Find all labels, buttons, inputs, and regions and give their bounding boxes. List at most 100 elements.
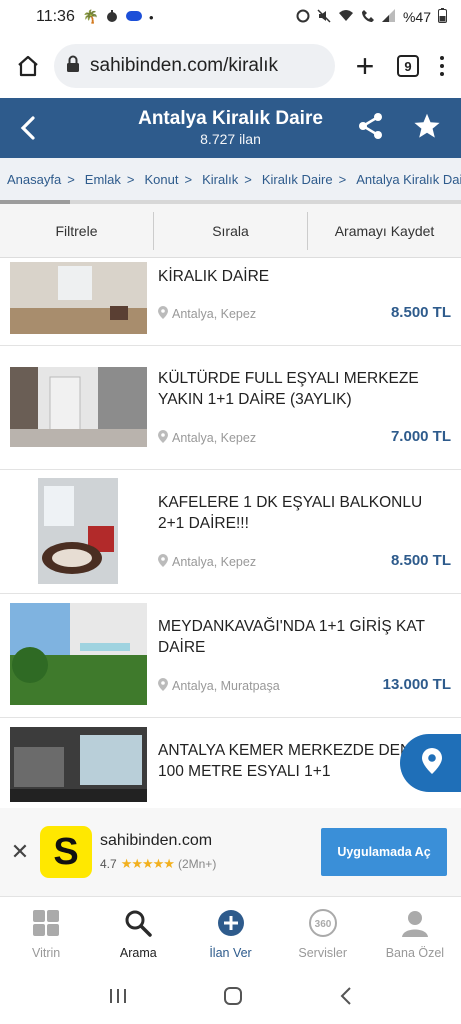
breadcrumb-item-anasayfa[interactable]: Anasayfa	[7, 172, 61, 187]
app-header: Antalya Kiralık Daire 8.727 ilan	[0, 98, 461, 158]
location-pin-icon	[158, 678, 168, 694]
app-logo: S	[40, 826, 92, 878]
listing-price: 13.000 TL	[382, 676, 451, 693]
listing-photo	[38, 478, 118, 584]
location-pin-icon	[422, 747, 442, 779]
favorite-star-icon[interactable]	[413, 112, 441, 145]
search-icon	[124, 909, 153, 940]
save-search-button[interactable]: Aramayı Kaydet	[308, 212, 461, 250]
location-pin-icon	[158, 306, 168, 322]
location-pin-icon	[158, 430, 168, 446]
recent-apps-icon[interactable]	[108, 987, 128, 1010]
location-text: Antalya, Kepez	[172, 431, 257, 445]
app-name: sahibinden.com	[100, 832, 213, 849]
dot-icon: •	[149, 9, 154, 25]
nav-label: Servisler	[298, 946, 348, 960]
browser-toolbar: sahibinden.com/kiralık + 9	[0, 34, 461, 98]
status-bar: 11:36 🌴 • %47	[0, 0, 461, 34]
lock-icon	[66, 55, 80, 78]
status-time: 11:36	[36, 8, 75, 25]
sort-button[interactable]: Sırala	[154, 211, 308, 250]
listing-item[interactable]: KAFELERE 1 DK EŞYALI BALKONLU 2+1 DAİRE!…	[0, 470, 461, 594]
more-menu-icon[interactable]	[433, 56, 451, 76]
listing-location: Antalya, Kepez	[158, 430, 256, 446]
system-navigation	[0, 972, 461, 1024]
back-icon[interactable]	[339, 986, 353, 1011]
chevron-right-icon: >	[184, 171, 193, 187]
listing-item[interactable]: MEYDANKAVAĞI'NDA 1+1 GİRİŞ KAT DAİRE Ant…	[0, 594, 461, 718]
app-rating: 4.7 ★★★★★ (2Mn+)	[100, 856, 216, 872]
nav-item-arama[interactable]: Arama	[92, 897, 184, 972]
listing-title: KAFELERE 1 DK EŞYALI BALKONLU 2+1 DAİRE!…	[158, 494, 423, 532]
map-view-button[interactable]	[400, 734, 461, 792]
breadcrumb-item-kiralik[interactable]: Kiralık	[202, 172, 238, 187]
back-arrow-icon[interactable]	[0, 115, 56, 141]
nav-item-bana-ozel[interactable]: Bana Özel	[369, 897, 461, 972]
listing-photo	[10, 603, 147, 705]
listing-location: Antalya, Muratpaşa	[158, 678, 280, 694]
listing-item[interactable]: KİRALIK DAİRE Antalya, Kepez 8.500 TL	[0, 262, 461, 346]
signal-icon	[381, 9, 396, 25]
home-button-icon[interactable]	[223, 986, 243, 1011]
call-icon	[361, 9, 375, 26]
listing-location: Antalya, Kepez	[158, 306, 256, 322]
new-tab-icon[interactable]: +	[347, 50, 383, 82]
breadcrumb-item-emlak[interactable]: Emlak	[85, 172, 121, 187]
bottom-navigation: Vitrin Arama İlan Ver 360 Servisler Bana…	[0, 896, 461, 972]
listing-title: KÜLTÜRDE FULL EŞYALI MERKEZE YAKIN 1+1 D…	[158, 370, 419, 408]
breadcrumb-item-konut[interactable]: Konut	[145, 172, 179, 187]
system-icons: %47	[296, 8, 447, 26]
open-in-app-button[interactable]: Uygulamada Aç	[321, 828, 447, 876]
review-count: (2Mn+)	[177, 857, 217, 871]
nav-item-vitrin[interactable]: Vitrin	[0, 897, 92, 972]
breadcrumb-item-antalya-kiralik-daire[interactable]: Antalya Kiralık Daire	[356, 172, 461, 187]
listing-price: 7.000 TL	[390, 428, 451, 445]
share-icon[interactable]	[357, 112, 385, 145]
battery-icon	[438, 8, 447, 26]
chevron-right-icon: >	[244, 171, 252, 187]
nav-item-servisler[interactable]: 360 Servisler	[277, 897, 369, 972]
chevron-right-icon: >	[338, 171, 347, 187]
url-text: sahibinden.com/kiralık	[90, 55, 278, 76]
alarm-icon	[296, 9, 310, 26]
listing-item[interactable]: ANTALYA KEMER MERKEZDE DENİZE 100 METRE …	[0, 718, 461, 802]
location-text: Antalya, Kepez	[172, 307, 257, 321]
mute-icon	[317, 8, 331, 26]
location-text: Antalya, Kepez	[172, 555, 257, 569]
listing-title: MEYDANKAVAĞI'NDA 1+1 GİRİŞ KAT DAİRE	[158, 618, 425, 656]
listing-location: Antalya, Kepez	[158, 554, 256, 570]
breadcrumb-item-kiralik-daire[interactable]: Kiralık Daire	[262, 172, 333, 187]
wifi-icon	[338, 9, 354, 25]
close-icon[interactable]: ✕	[0, 839, 40, 865]
user-icon	[401, 909, 429, 940]
chevron-right-icon: >	[67, 171, 75, 187]
nav-label: Bana Özel	[385, 946, 445, 960]
svg-text:360: 360	[314, 919, 331, 930]
breadcrumb: Anasayfa > Emlak > Konut > Kiralık > Kiralık…	[0, 158, 461, 200]
360-icon: 360	[308, 909, 338, 940]
rating-value: 4.7	[100, 857, 117, 871]
nav-label: İlan Ver	[209, 946, 252, 960]
add-circle-icon	[217, 909, 245, 940]
nav-label: Arama	[119, 946, 157, 960]
listing-item[interactable]: KÜLTÜRDE FULL EŞYALI MERKEZE YAKIN 1+1 D…	[0, 346, 461, 470]
listing-photo	[10, 727, 147, 802]
tab-switcher-button[interactable]: 9	[397, 55, 419, 77]
filter-bar: Filtrele Sırala Aramayı Kaydet	[0, 204, 461, 258]
chevron-right-icon: >	[126, 171, 135, 187]
app-icon	[125, 9, 143, 26]
filter-button[interactable]: Filtrele	[0, 211, 154, 250]
listing-price: 8.500 TL	[390, 552, 451, 569]
listing-title: KİRALIK DAİRE	[158, 268, 270, 285]
nav-item-ilan-ver[interactable]: İlan Ver	[184, 897, 276, 972]
battery-label: %47	[402, 9, 431, 25]
home-icon[interactable]	[10, 54, 46, 78]
palm-tree-icon: 🌴	[82, 9, 100, 24]
listing-photo	[10, 262, 147, 334]
nav-label: Vitrin	[31, 946, 61, 960]
location-text: Antalya, Muratpaşa	[172, 679, 280, 693]
listing-photo	[10, 367, 147, 447]
app-install-banner: ✕ S sahibinden.com 4.7 ★★★★★ (2Mn+) Uygu…	[0, 808, 461, 896]
address-bar[interactable]: sahibinden.com/kiralık	[54, 44, 335, 88]
listing-price: 8.500 TL	[390, 304, 451, 321]
